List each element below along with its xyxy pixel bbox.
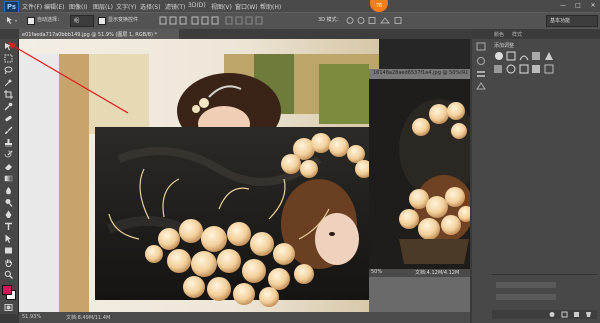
menu-layer[interactable]: 图层(L) <box>93 2 113 11</box>
show-transform-label: 显示变换控件 <box>108 17 139 23</box>
lasso-tool-icon[interactable] <box>4 66 13 75</box>
document-2-zoom[interactable]: 50% <box>371 269 382 275</box>
status-bar: 51.93% 文档:8.49M/11.4M <box>19 312 470 323</box>
clone-stamp-icon[interactable] <box>4 138 13 147</box>
menu-select[interactable]: 选择(S) <box>140 2 161 11</box>
maximize-button[interactable]: □ <box>571 1 585 10</box>
zoom-level[interactable]: 51.93% <box>22 314 41 320</box>
path-select-icon[interactable] <box>4 234 13 243</box>
right-panels: 颜色 样式 添加调整 <box>472 29 600 323</box>
blur-icon[interactable] <box>4 186 13 195</box>
3d-mode-label: 3D 模式： <box>318 17 342 23</box>
menu-image[interactable]: 图像(I) <box>69 2 87 11</box>
align-icons[interactable] <box>158 16 268 25</box>
document-2-title[interactable]: 16148a28aed6537f1a4.jpg @ 50%(RGB/8) <box>373 70 468 76</box>
dodge-icon[interactable] <box>4 198 13 207</box>
document-image <box>19 39 470 312</box>
quick-mask-icon[interactable] <box>4 303 13 312</box>
tools-panel <box>0 39 19 314</box>
notification-badge[interactable]: 76 <box>370 0 388 12</box>
adjustment-icons[interactable] <box>494 51 594 75</box>
options-bar: 自动选择： 组 显示变换控件 3D 模式： 基本功能 <box>0 12 600 30</box>
menu-3d[interactable]: 3D(D) <box>188 2 206 9</box>
move-tool-icon[interactable] <box>4 42 13 51</box>
document-2-info: 文档:4.12M/4.12M <box>415 270 460 276</box>
type-icon[interactable] <box>4 222 13 231</box>
document-size: 文档:8.49M/11.4M <box>66 315 111 321</box>
zoom-icon[interactable] <box>4 270 13 279</box>
3d-mode-icons[interactable] <box>345 16 405 25</box>
canvas-area[interactable]: 16148a28aed6537f1a4.jpg @ 50%(RGB/8) 50%… <box>8 39 470 314</box>
healing-brush-icon[interactable] <box>4 114 13 123</box>
menu-window[interactable]: 窗口(W) <box>235 2 258 11</box>
menu-help[interactable]: 帮助(H) <box>260 2 281 11</box>
adjustments-title: 添加调整 <box>494 43 515 49</box>
panel-bottom-controls[interactable] <box>492 274 597 319</box>
pen-icon[interactable] <box>4 210 13 219</box>
show-transform-checkbox[interactable] <box>98 17 106 25</box>
eyedropper-icon[interactable] <box>4 102 13 111</box>
auto-select-label: 自动选择： <box>37 17 63 23</box>
hand-icon[interactable] <box>4 258 13 267</box>
menu-type[interactable]: 文字(Y) <box>116 2 136 11</box>
magic-wand-icon[interactable] <box>4 78 13 87</box>
panel-tab-bar: 颜色 样式 <box>472 29 600 39</box>
menu-filter[interactable]: 滤镜(T) <box>165 2 185 11</box>
shape-icon[interactable] <box>4 246 13 255</box>
tab-document-1[interactable]: e01faeda717a0bbb149.jpg @ 51.9% (图层 1, R… <box>19 29 179 39</box>
crop-tool-icon[interactable] <box>4 90 13 99</box>
menu-file[interactable]: 文件(F) <box>22 2 42 11</box>
tab-styles[interactable]: 样式 <box>512 31 522 38</box>
tab-color[interactable]: 颜色 <box>494 31 504 38</box>
menu-edit[interactable]: 编辑(E) <box>44 2 64 11</box>
brush-icon[interactable] <box>4 126 13 135</box>
panel-dock-icons[interactable] <box>475 41 487 111</box>
foreground-color-swatch[interactable] <box>2 285 12 295</box>
history-brush-icon[interactable] <box>4 150 13 159</box>
move-tool-preset-icon[interactable] <box>6 16 18 25</box>
marquee-tool-icon[interactable] <box>4 54 13 63</box>
menu-view[interactable]: 视图(V) <box>211 2 232 11</box>
gradient-icon[interactable] <box>4 174 13 183</box>
close-button[interactable]: ✕ <box>586 1 600 10</box>
workspace-dropdown[interactable]: 基本功能 <box>546 15 598 27</box>
minimize-button[interactable]: — <box>556 1 570 10</box>
menu-bar: Ps 文件(F) 编辑(E) 图像(I) 图层(L) 文字(Y) 选择(S) 滤… <box>0 0 600 13</box>
eraser-icon[interactable] <box>4 162 13 171</box>
auto-select-dropdown[interactable]: 组 <box>70 15 94 27</box>
tab-document-1-label: e01faeda717a0bbb149.jpg @ 51.9% (图层 1, R… <box>22 32 157 38</box>
auto-select-checkbox[interactable] <box>27 17 35 25</box>
